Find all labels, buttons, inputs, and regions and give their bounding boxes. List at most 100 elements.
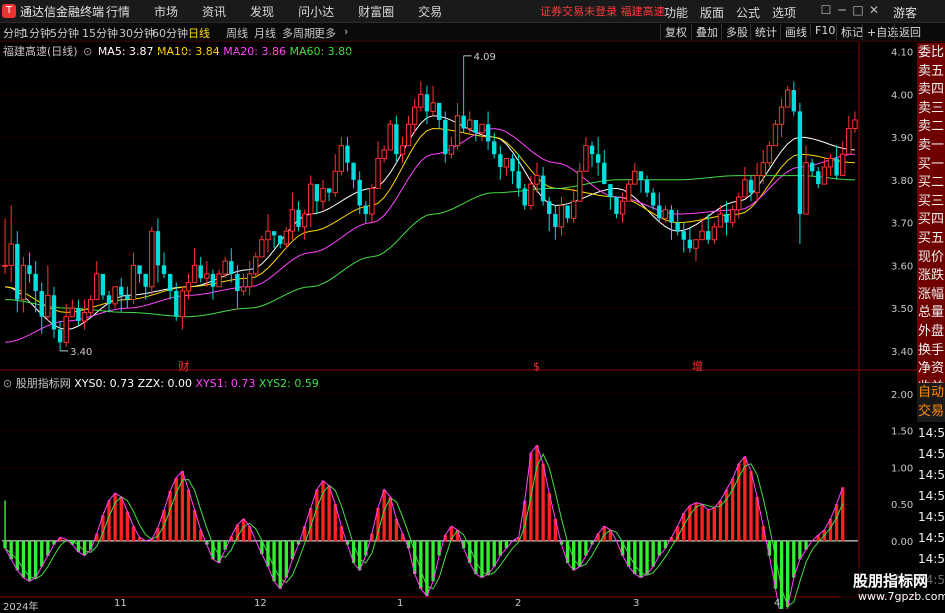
candle-body-125 [766,145,773,164]
candle-body-39 [240,286,247,292]
candle-body-32 [198,265,203,279]
candle-22 [137,265,142,283]
candle-body-117 [717,213,724,228]
candle-body-43 [265,230,271,241]
candle-body-17 [106,295,112,304]
side-item-16[interactable]: 换手 [917,340,945,361]
candle-body-112 [687,239,693,249]
candle-body-66 [405,123,412,147]
candle-96 [589,141,595,168]
candle-62 [381,145,387,163]
time-item-5: 14:56 [917,528,945,548]
event-marker-1: $ [533,360,540,373]
candle-126 [772,119,779,147]
candle-body-115 [705,231,711,240]
candle-27 [167,273,173,300]
side-item-12[interactable]: 涨跌 [917,266,945,287]
side-item-11[interactable]: 现价 [917,247,945,268]
side-item-13[interactable]: 涨幅 [917,284,945,305]
candle-body-54 [332,170,338,194]
side-item-9[interactable]: 买四 [917,210,945,231]
candle-body-90 [553,214,558,227]
price-tick-label-7: 3.40 [891,347,913,358]
candle-body-135 [827,157,834,168]
candle-body-92 [565,205,570,219]
candle-100 [614,196,619,219]
candle-129 [791,81,797,116]
candle-body-77 [473,119,479,133]
candle-135 [827,154,834,176]
candle-body-56 [345,145,350,163]
side-item-0[interactable]: 委比 [917,43,945,63]
indicator-tick-label-2: 1.00 [891,463,913,474]
candle-body-15 [94,273,100,301]
candle-body-72 [443,119,448,155]
candle-body-57 [351,162,356,180]
side-item-8[interactable]: 买三 [917,191,945,212]
candle-body-52 [320,187,326,202]
candle-94 [577,162,583,202]
candle-97 [595,137,601,176]
side-item-7[interactable]: 买二 [917,173,945,194]
candle-body-11 [69,307,76,318]
side-item-17[interactable]: 净资 [917,359,945,380]
side-item-1[interactable]: 卖五 [917,61,945,82]
candle-43 [265,214,271,253]
candle-127 [778,98,785,138]
side-item-2[interactable]: 卖四 [917,80,945,101]
stock-chart[interactable]: 4.09 3.40 4.10 4.00 3.90 3.80 3.70 3.60 3.50 3.4… [0,0,945,609]
side-item-4[interactable]: 卖二 [917,117,945,138]
side-item-15[interactable]: 外盘 [917,322,945,342]
candle-76 [467,111,473,133]
side-item-3[interactable]: 卖三 [917,98,945,119]
price-axis: 4.10 4.00 3.90 3.80 3.70 3.60 3.50 3.40 2.00 1.50… [891,48,917,585]
candle-body-94 [577,170,583,202]
candle-body-81 [498,154,503,168]
candle-14 [87,295,94,317]
candle-13 [81,299,88,330]
candle-57 [351,162,356,189]
candle-body-93 [570,200,577,219]
candle-body-116 [711,226,718,241]
event-marker-2: 增 [692,359,703,373]
candle-131 [803,145,809,215]
candle-body-8 [51,295,57,330]
candle-body-14 [87,299,94,313]
candle-68 [418,81,424,112]
candle-137 [840,141,846,177]
candle-body-85 [522,188,527,206]
side-item-10[interactable]: 买五 [917,229,945,249]
candle-111 [681,222,686,253]
candle-73 [448,137,455,159]
candle-body-23 [143,273,148,287]
candle-88 [540,167,546,206]
candle-85 [522,184,527,210]
candle-112 [687,226,693,253]
side-item-6[interactable]: 买一 [917,154,945,175]
trade-item-1[interactable]: 交易 [917,402,945,422]
price-tick-label-3: 3.80 [891,176,913,187]
candle-body-65 [399,145,406,155]
candle-body-103 [632,170,638,185]
candle-122 [748,175,754,202]
date-label-2: 12 [254,598,267,609]
candle-59 [363,201,369,223]
side-item-5[interactable]: 卖一 [917,136,945,156]
candle-body-19 [119,286,124,296]
date-label-4: 2 [515,598,522,609]
candle-81 [498,145,503,180]
side-item-14[interactable]: 总量 [917,303,945,324]
candle-6 [39,282,44,334]
candle-body-84 [516,171,521,189]
candle-71 [436,102,442,129]
candle-body-96 [589,145,595,155]
candle-25 [155,218,161,283]
candle-body-138 [846,128,852,155]
candle-body-68 [418,93,424,108]
candle-128 [784,85,791,108]
date-label-1: 11 [114,598,127,609]
candle-45 [277,235,283,249]
candle-107 [657,192,662,223]
candle-42 [259,235,265,258]
trade-item-0[interactable]: 自动 [917,383,945,403]
